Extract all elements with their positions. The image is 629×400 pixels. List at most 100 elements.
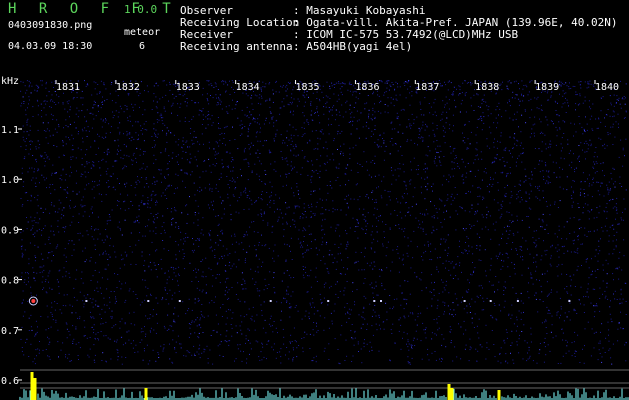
- noise-pixel: [250, 318, 252, 320]
- noise-pixel: [579, 218, 581, 220]
- noise-pixel: [481, 118, 483, 120]
- noise-pixel: [491, 185, 493, 187]
- noise-pixel: [612, 253, 614, 255]
- noise-pixel: [107, 259, 109, 260]
- noise-pixel: [244, 259, 246, 261]
- noise-pixel: [513, 267, 515, 269]
- noise-pixel: [425, 186, 427, 188]
- noise-pixel: [306, 333, 308, 335]
- noise-pixel: [567, 139, 569, 141]
- noise-pixel: [505, 147, 507, 149]
- noise-pixel: [584, 81, 586, 83]
- noise-pixel: [147, 197, 149, 199]
- noise-pixel: [494, 305, 496, 306]
- noise-pixel: [303, 115, 305, 117]
- noise-pixel: [231, 86, 233, 88]
- noise-pixel: [89, 298, 91, 299]
- noise-pixel: [354, 330, 356, 332]
- noise-pixel: [156, 119, 158, 120]
- noise-pixel: [579, 123, 581, 125]
- noise-pixel: [54, 189, 56, 191]
- noise-pixel: [437, 152, 439, 153]
- noise-pixel: [238, 243, 240, 245]
- noise-pixel: [264, 245, 266, 247]
- noise-pixel: [339, 132, 341, 134]
- noise-pixel: [583, 189, 585, 190]
- noise-pixel: [395, 81, 397, 83]
- noise-pixel: [21, 272, 23, 274]
- noise-pixel: [416, 324, 418, 326]
- noise-pixel: [55, 319, 57, 321]
- noise-pixel: [377, 294, 379, 296]
- noise-pixel: [136, 161, 137, 163]
- noise-pixel: [24, 85, 26, 87]
- noise-pixel: [285, 173, 287, 175]
- noise-pixel: [91, 236, 93, 238]
- noise-pixel: [318, 249, 320, 251]
- noise-pixel: [175, 268, 177, 270]
- noise-pixel: [395, 94, 397, 96]
- noise-pixel: [235, 358, 237, 360]
- noise-pixel: [145, 333, 147, 335]
- noise-pixel: [72, 325, 74, 327]
- noise-pixel: [269, 152, 271, 154]
- noise-pixel: [166, 127, 168, 129]
- noise-pixel: [265, 244, 267, 246]
- noise-pixel: [62, 226, 64, 228]
- noise-pixel: [22, 230, 24, 232]
- noise-pixel: [196, 317, 198, 319]
- noise-pixel: [349, 147, 351, 149]
- noise-pixel: [333, 140, 335, 142]
- noise-pixel: [241, 133, 243, 135]
- noise-pixel: [512, 220, 514, 222]
- noise-pixel: [37, 85, 39, 87]
- noise-pixel: [201, 275, 203, 277]
- noise-pixel: [391, 183, 393, 185]
- noise-pixel: [167, 185, 169, 187]
- noise-pixel: [573, 251, 575, 253]
- noise-pixel: [143, 140, 145, 142]
- noise-pixel: [58, 156, 60, 158]
- noise-pixel: [313, 148, 315, 150]
- noise-pixel: [613, 94, 615, 96]
- noise-pixel: [302, 274, 304, 276]
- noise-pixel: [315, 130, 317, 132]
- noise-pixel: [606, 217, 608, 219]
- noise-pixel: [520, 300, 522, 302]
- noise-pixel: [419, 278, 421, 280]
- noise-pixel: [30, 92, 32, 94]
- noise-pixel: [207, 124, 209, 126]
- noise-pixel: [106, 154, 108, 156]
- noise-pixel: [82, 174, 84, 175]
- noise-pixel: [93, 332, 94, 334]
- noise-pixel: [314, 306, 315, 308]
- noise-pixel: [209, 189, 211, 191]
- noise-pixel: [119, 193, 121, 195]
- noise-pixel: [151, 241, 153, 243]
- noise-pixel: [88, 215, 90, 217]
- noise-pixel: [471, 246, 473, 248]
- noise-pixel: [454, 293, 456, 295]
- noise-pixel: [28, 273, 29, 275]
- noise-pixel: [116, 153, 118, 155]
- noise-pixel: [182, 140, 184, 142]
- noise-pixel: [153, 176, 155, 178]
- noise-pixel: [546, 270, 548, 272]
- noise-pixel: [311, 206, 313, 208]
- noise-pixel: [243, 316, 245, 318]
- noise-pixel: [288, 139, 290, 141]
- noise-pixel: [496, 258, 498, 260]
- noise-pixel: [303, 269, 305, 270]
- noise-pixel: [221, 163, 223, 165]
- noise-pixel: [450, 329, 452, 331]
- noise-pixel: [198, 212, 200, 214]
- noise-pixel: [143, 265, 145, 266]
- noise-pixel: [215, 314, 217, 316]
- noise-pixel: [348, 83, 350, 85]
- noise-pixel: [520, 142, 522, 144]
- noise-pixel: [374, 162, 376, 164]
- noise-pixel: [126, 331, 128, 333]
- noise-pixel: [619, 251, 621, 253]
- noise-pixel: [34, 280, 36, 282]
- noise-pixel: [612, 207, 614, 209]
